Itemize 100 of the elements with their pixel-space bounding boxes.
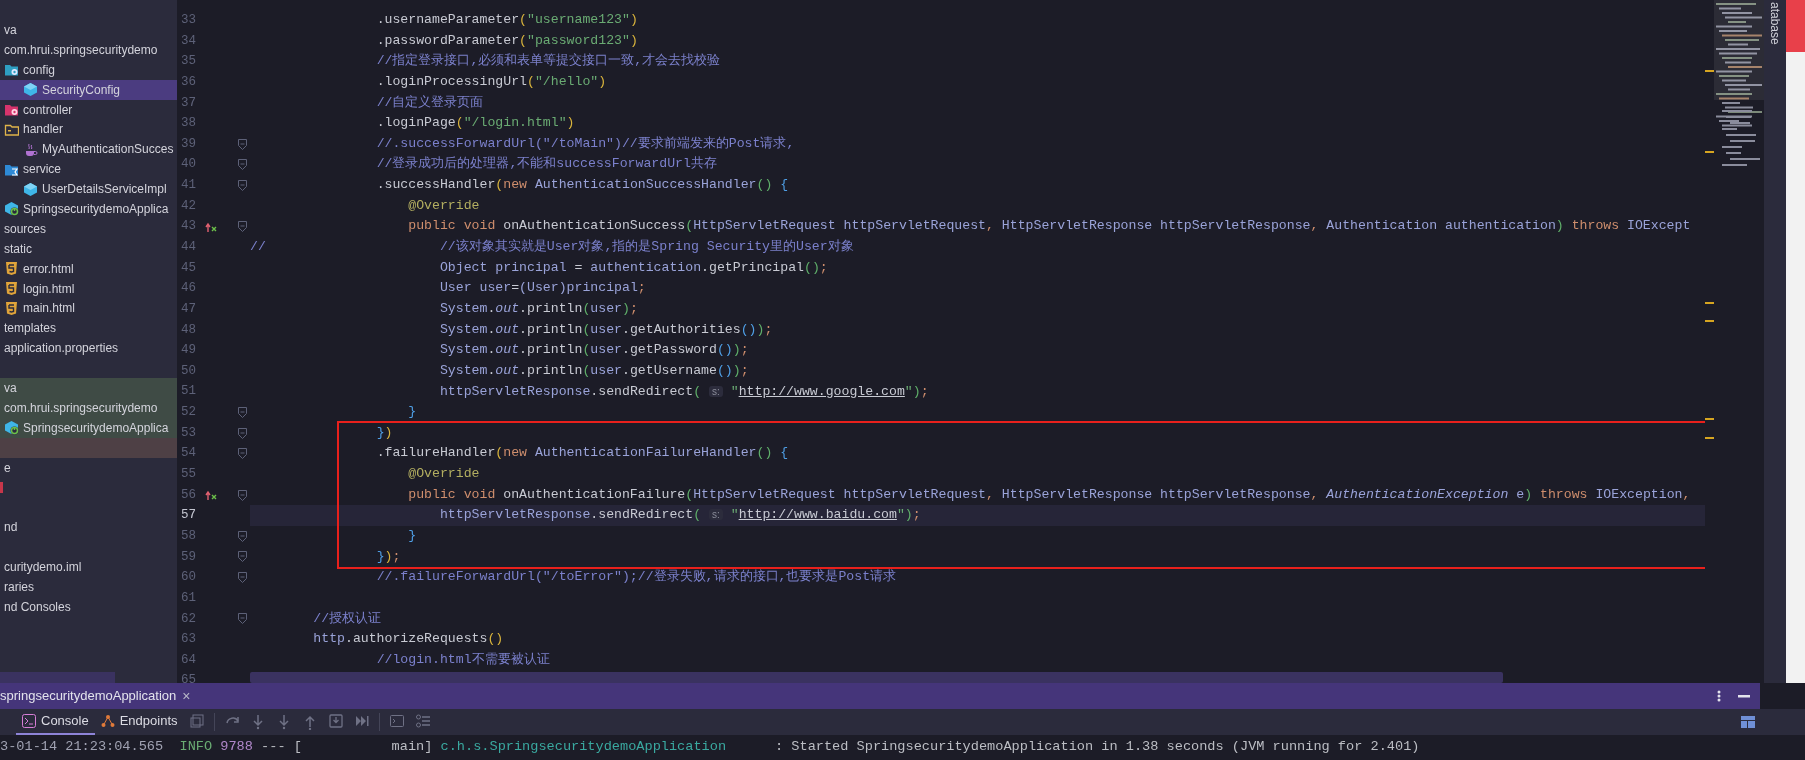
html-shield-icon xyxy=(4,300,19,316)
line-number: 44 xyxy=(180,239,196,256)
fold-marker[interactable] xyxy=(238,138,247,150)
code-line: .failureHandler(new AuthenticationFailureHandler() { xyxy=(376,445,789,461)
warning-marker[interactable] xyxy=(1705,151,1714,153)
fold-marker[interactable] xyxy=(238,448,247,460)
tree-item[interactable]: login.html xyxy=(0,278,177,299)
more-options-icon[interactable] xyxy=(1717,689,1721,703)
force-step-into-icon[interactable] xyxy=(276,714,291,730)
restore-layout-icon[interactable] xyxy=(189,714,204,730)
tree-item[interactable]: main.html xyxy=(0,298,177,319)
hexagon-icon xyxy=(23,181,38,197)
warning-marker[interactable] xyxy=(1705,70,1714,72)
fold-marker[interactable] xyxy=(238,530,247,542)
list-icon[interactable] xyxy=(415,714,430,730)
fold-marker[interactable] xyxy=(238,572,247,584)
fold-marker[interactable] xyxy=(238,427,247,439)
java-cup-icon xyxy=(23,141,38,157)
url-link[interactable]: http://www.google.com xyxy=(738,383,905,399)
tree-item[interactable]: nd Consoles xyxy=(0,596,177,617)
implements-icon[interactable] xyxy=(205,220,217,233)
database-tool-tab[interactable]: atabase xyxy=(1766,2,1784,45)
minimize-icon[interactable] xyxy=(1738,694,1750,698)
line-number: 58 xyxy=(180,527,196,545)
tree-item[interactable]: application.properties xyxy=(0,338,177,359)
fold-marker[interactable] xyxy=(238,159,247,171)
console-line: 3-01-14 21:23:04.565 INFO 9788 --- [ main] c.h.s.SpringsecuritydemoApplication : Started SpringsecuritydemoApplication in 1.38 seconds (JVM running for 2.401) xyxy=(0,738,1420,757)
fold-marker[interactable] xyxy=(238,407,247,418)
console-icon xyxy=(22,714,36,728)
terminal-icon[interactable] xyxy=(389,714,404,730)
html-shield-icon xyxy=(4,261,19,277)
tree-item[interactable]: va xyxy=(0,378,177,398)
scrollbar[interactable] xyxy=(0,672,115,683)
run-tab[interactable]: springsecuritydemoApplication xyxy=(0,686,177,706)
tree-item[interactable]: va xyxy=(0,20,177,40)
line-number: 64 xyxy=(180,651,196,669)
tree-item[interactable]: MyAuthenticationSucces xyxy=(0,139,177,160)
tree-item[interactable]: sources xyxy=(0,218,177,239)
code-line: public void onAuthenticationSuccess(HttpServletRequest httpServletRequest, HttpServletResponse httpServletResponse, Authentication authentication) throws IOExcept xyxy=(408,218,1691,234)
tree-item[interactable]: e xyxy=(0,457,177,478)
code-line: System.out.println(user.getAuthorities()); xyxy=(439,321,773,337)
code-line: System.out.println(user.getPassword()); xyxy=(439,342,749,358)
tree-item[interactable]: controller xyxy=(0,99,177,120)
tree-item[interactable]: handler xyxy=(0,119,177,140)
controller-folder-icon xyxy=(4,102,19,117)
tree-item[interactable]: SecurityConfig xyxy=(0,79,177,100)
code-line: System.out.println(user.getUsername()); xyxy=(439,362,749,378)
fold-marker[interactable] xyxy=(238,221,247,233)
scrollbar[interactable] xyxy=(250,672,1503,683)
warning-marker[interactable] xyxy=(1705,418,1714,420)
tree-item[interactable]: static xyxy=(0,238,177,259)
close-button[interactable]: × xyxy=(176,689,197,703)
tree-item[interactable]: raries xyxy=(0,576,177,597)
fold-marker[interactable] xyxy=(238,551,247,563)
tree-item[interactable]: curitydemo.iml xyxy=(0,557,177,577)
code-line: } xyxy=(408,404,417,420)
html-shield-icon xyxy=(4,281,19,296)
run-panel-tab[interactable]: Console xyxy=(16,709,95,735)
line-number: 59 xyxy=(180,548,196,566)
code-line: @Override xyxy=(408,197,480,213)
tree-item[interactable]: error.html xyxy=(0,258,177,279)
code-line: }) xyxy=(376,424,393,440)
warning-marker[interactable] xyxy=(1705,302,1714,304)
implements-icon[interactable] xyxy=(205,489,217,502)
tree-item[interactable]: com.hrui.springsecuritydemo xyxy=(0,397,177,418)
run-panel-tab[interactable]: Endpoints xyxy=(94,709,184,735)
hexagon-icon xyxy=(23,82,38,98)
code-line: //指定登录接口,必须和表单等提交接口一致,才会去找校验 xyxy=(376,53,721,69)
code-line: System.out.println(user); xyxy=(439,300,638,316)
tree-item[interactable]: nd xyxy=(0,517,177,538)
url-link[interactable]: http://www.baidu.com xyxy=(738,507,897,523)
fold-marker[interactable] xyxy=(238,179,247,191)
code-line: //.failureForwardUrl("/toError");//登录失败,请求的接口,也要求是Post请求 xyxy=(376,569,897,585)
warning-marker[interactable] xyxy=(1705,320,1714,322)
tree-item[interactable]: config xyxy=(0,59,177,80)
tree-item[interactable]: service xyxy=(0,159,177,180)
line-number: 37 xyxy=(180,94,196,112)
fold-marker[interactable] xyxy=(238,613,247,625)
fold-marker[interactable] xyxy=(238,489,247,501)
line-number: 57 xyxy=(180,507,196,525)
tree-item[interactable]: com.hrui.springsecuritydemo xyxy=(0,39,177,60)
error-mark-icon xyxy=(0,479,3,495)
tree-item[interactable]: SpringsecuritydemoApplica xyxy=(0,417,177,438)
step-into-icon[interactable] xyxy=(250,714,265,730)
tree-item[interactable]: SpringsecuritydemoApplica xyxy=(0,199,177,219)
code-line: User user=(User)principal; xyxy=(439,280,646,296)
spring-class-icon xyxy=(4,201,19,217)
line-number: 43 xyxy=(180,218,196,236)
line-number: 49 xyxy=(180,342,196,360)
line-number: 53 xyxy=(180,424,196,442)
code-line: //.successForwardUrl("/toMain")//要求前端发来的Post请求, xyxy=(376,135,795,151)
warning-marker[interactable] xyxy=(1705,437,1714,439)
tree-item[interactable]: UserDetailsServiceImpl xyxy=(0,179,177,199)
code-line: .usernameParameter("username123") xyxy=(376,12,638,27)
layout-icon[interactable] xyxy=(1741,716,1755,728)
line-number: 45 xyxy=(180,259,196,277)
drop-frame-icon[interactable] xyxy=(328,714,343,730)
tree-item[interactable]: templates xyxy=(0,318,177,339)
line-number: 39 xyxy=(180,135,196,153)
line-number: 65 xyxy=(180,672,196,683)
